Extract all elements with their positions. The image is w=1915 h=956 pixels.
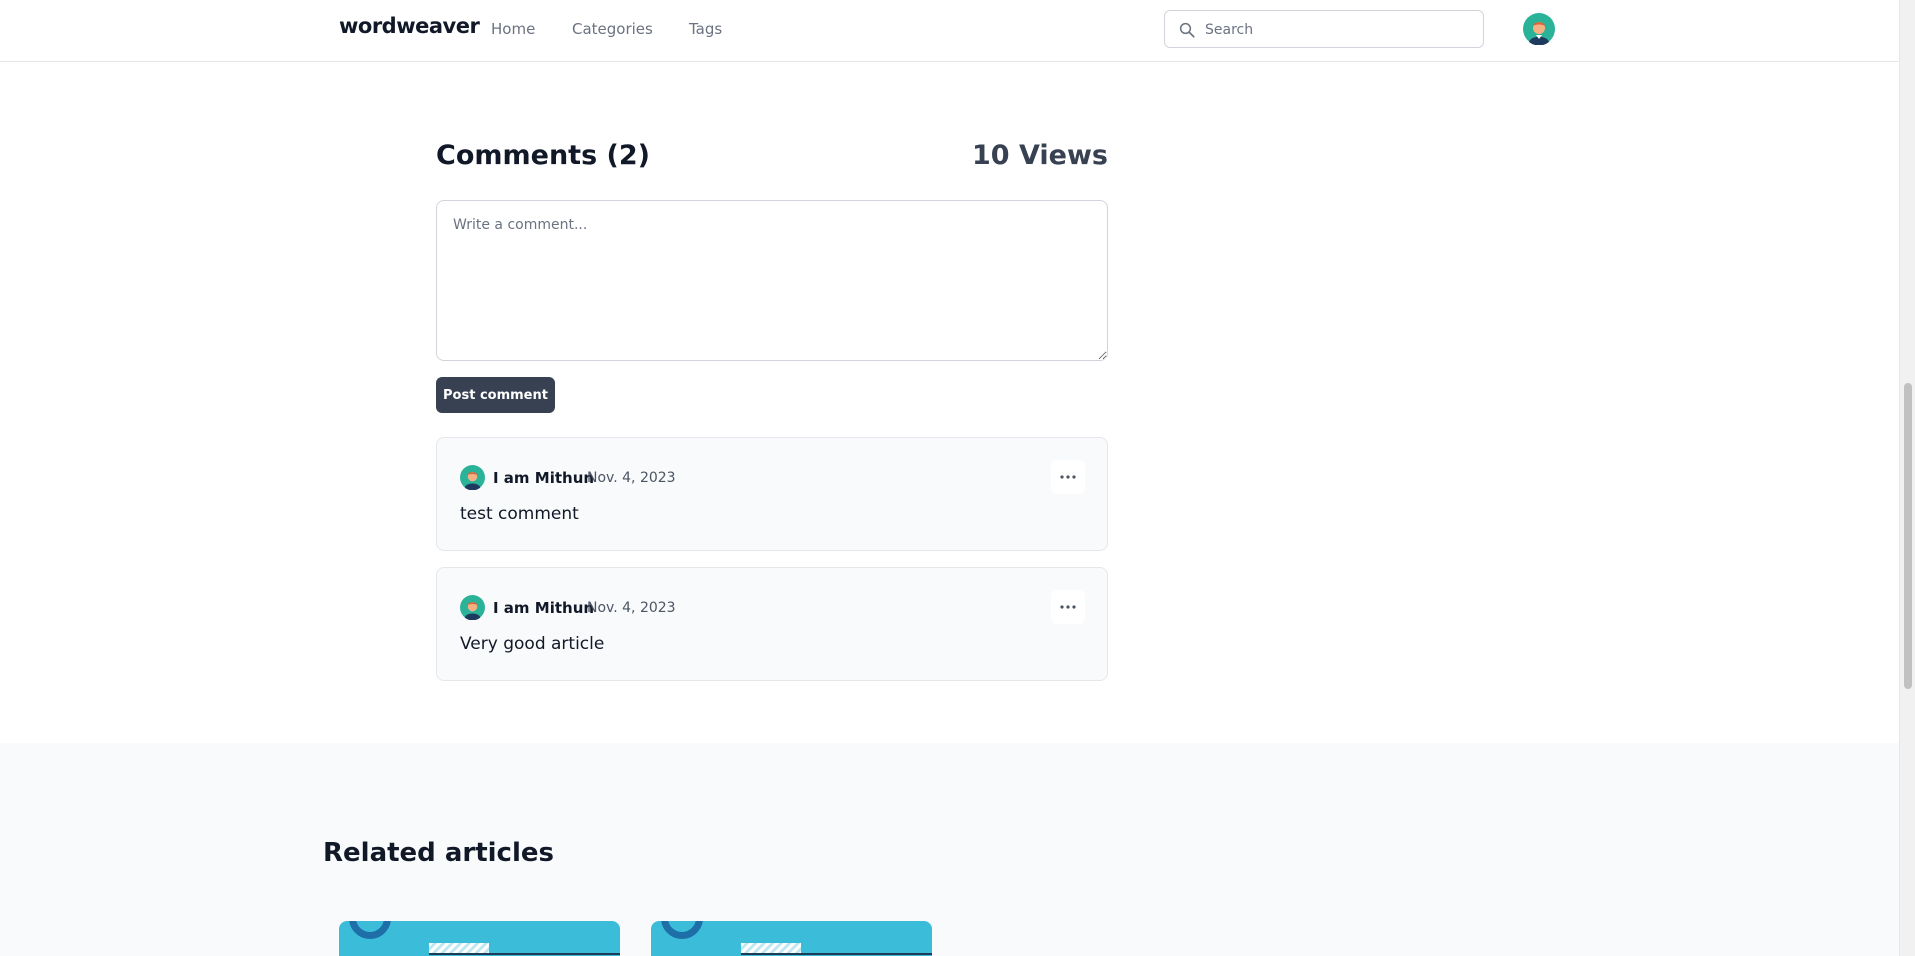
- search-input[interactable]: [1205, 19, 1465, 41]
- comment-date: Nov. 4, 2023: [587, 600, 676, 616]
- article-thumbnail-line: [429, 953, 620, 955]
- views-count-label: 10 Views: [972, 140, 1108, 171]
- search-bar[interactable]: [1164, 10, 1484, 48]
- related-articles-heading: Related articles: [323, 838, 554, 868]
- post-comment-button[interactable]: Post comment: [436, 377, 555, 413]
- top-navbar: wordweaver Home Categories Tags: [0, 0, 1899, 62]
- comment-text: Very good article: [460, 634, 605, 654]
- comment-author[interactable]: I am Mithun: [493, 469, 594, 487]
- comment-author[interactable]: I am Mithun: [493, 599, 594, 617]
- comment-card: I am Mithun Nov. 4, 2023 Very good artic…: [436, 567, 1108, 681]
- comment-text: test comment: [460, 504, 579, 524]
- nav-home-link[interactable]: Home: [491, 20, 535, 38]
- commenter-avatar-icon: [460, 465, 485, 490]
- related-articles-section: Related articles: [0, 743, 1899, 956]
- nav-categories-link[interactable]: Categories: [572, 20, 653, 38]
- comments-heading: Comments (2): [436, 140, 651, 171]
- comment-card: I am Mithun Nov. 4, 2023 test comment: [436, 437, 1108, 551]
- article-thumbnail-graphic: [661, 921, 703, 939]
- page-scrollbar[interactable]: [1899, 0, 1915, 956]
- article-thumbnail-line: [741, 953, 932, 955]
- related-article-card[interactable]: [339, 921, 620, 956]
- nav-tags-link[interactable]: Tags: [689, 20, 722, 38]
- more-horizontal-icon: [1060, 475, 1076, 479]
- commenter-avatar-icon: [460, 595, 485, 620]
- comment-options-button[interactable]: [1051, 460, 1085, 494]
- related-article-card[interactable]: [651, 921, 932, 956]
- article-thumbnail-stripes: [741, 943, 801, 953]
- article-thumbnail-stripes: [429, 943, 489, 953]
- comment-date: Nov. 4, 2023: [587, 470, 676, 486]
- scrollbar-thumb[interactable]: [1904, 383, 1912, 689]
- comment-textarea[interactable]: [436, 200, 1108, 361]
- site-logo[interactable]: wordweaver: [339, 14, 480, 38]
- user-avatar-icon[interactable]: [1523, 13, 1555, 45]
- more-horizontal-icon: [1060, 605, 1076, 609]
- comment-options-button[interactable]: [1051, 590, 1085, 624]
- search-icon: [1179, 22, 1195, 38]
- article-thumbnail-graphic: [349, 921, 391, 939]
